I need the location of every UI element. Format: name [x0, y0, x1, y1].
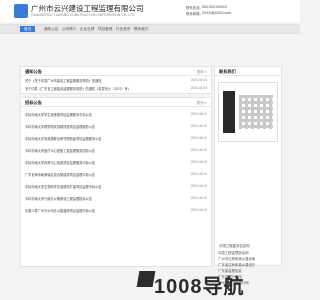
email-label: 联系邮箱： — [186, 12, 203, 16]
news-row-date: 2024-08-10 — [190, 148, 207, 152]
watermark-text: 1008导航 — [154, 276, 245, 298]
news-row[interactable]: 广东省海事局管辖区综合楼建设项目监理中标公告 2024-08-04 — [25, 172, 207, 178]
side-panel-header: 联系我们 — [215, 67, 281, 76]
site-header: 广州市云兴建设工程监理有限公司 GUANGZHOU YUNXING CONSTR… — [0, 0, 300, 22]
news-row-title[interactable]: 中标华南大学体育中心改造项目监理服务中标公告 — [25, 160, 175, 165]
news-panel-header: 招标公告 更多>> — [21, 98, 211, 107]
news-row-title[interactable]: 中标华南大学医疗中心配套工程监理服务招标公告 — [25, 148, 175, 153]
hotline-value: 020-XXXXXXXX — [202, 5, 227, 9]
notice-more-link[interactable]: 更多>> — [197, 69, 207, 74]
email-value: XXXX@XXXX.com — [202, 11, 231, 15]
notice-row[interactable]: 关于印发《广东省工程建设监理服务规范》的通知（粤发改价〔2022〕号） 2024… — [25, 86, 207, 92]
news-row-date: 2024-08-05 — [190, 160, 207, 164]
nav-item-contact[interactable]: 联系我们 — [134, 26, 148, 32]
notice-panel-title: 通知公告 — [25, 68, 42, 74]
news-row-date: 2024-08-10 — [190, 136, 207, 140]
side-panel-title: 联系我们 — [219, 68, 236, 74]
news-row-title[interactable]: 中标华南大学生物科学实验楼改扩建项目监理中标公告 — [25, 184, 175, 189]
news-row-title[interactable]: 广东省海事局管辖区综合楼建设项目监理中标公告 — [25, 172, 175, 177]
news-row-title[interactable]: 中标华南大学行政办公楼修缮工程监理招标公告 — [25, 196, 175, 201]
news-row-date: 2024-08-04 — [190, 172, 207, 176]
news-row[interactable]: 中标华南大学行政办公楼修缮工程监理招标公告 2024-06-05 — [25, 196, 207, 202]
news-row[interactable]: 中标华南大学体育中心改造项目监理服务中标公告 2024-08-05 — [25, 160, 207, 166]
news-row-date: 2024-06-05 — [190, 184, 207, 188]
news-row[interactable]: 中国人寿广州分公司办公楼装修项目监理中标公告 2024-06-05 — [25, 208, 207, 214]
watermark-logo-icon — [136, 271, 156, 287]
news-row-date: 2024-08-20 — [190, 112, 207, 116]
news-row-date: 2024-06-05 — [190, 196, 207, 200]
notice-row-title[interactable]: 关于印发《广东省工程建设监理服务规范》的通知（粤发改价〔2022〕号） — [25, 86, 175, 91]
hotline-label: 联系热线： — [186, 6, 203, 10]
nav-item-news[interactable]: 行业资讯 — [116, 26, 130, 32]
main-nav: 首页 通知公告 公司简介 企业业绩 项目管理 行业资讯 联系我们 — [0, 24, 300, 34]
news-row-title[interactable]: 中标华南大学理学院实验楼改造项目监理服务公告 — [25, 124, 175, 129]
news-panel-title: 招标公告 — [25, 99, 42, 105]
qr-grid — [239, 95, 273, 129]
qr-bar — [223, 91, 235, 133]
news-row-date: 2024-08-10 — [190, 124, 207, 128]
news-row[interactable]: 中标华南大学学生宿舍楼项目监理服务中标公告 2024-08-20 — [25, 112, 207, 118]
news-row-title[interactable]: 中国人寿广州分公司办公楼装修项目监理中标公告 — [25, 208, 175, 213]
news-row-date: 2024-06-05 — [190, 208, 207, 212]
notice-panel-header: 通知公告 更多>> — [21, 67, 211, 76]
side-link[interactable]: 中国工程建设信息网 — [219, 243, 250, 248]
notice-row-date: 2024-04-04 — [190, 78, 207, 82]
news-panel: 招标公告 更多>> 中标华南大学学生宿舍楼项目监理服务中标公告 2024-08-2… — [20, 97, 212, 267]
news-row-title[interactable]: 中标华南大学粤港澳联合研究院新建项目监理服务公告 — [25, 136, 175, 141]
news-row[interactable]: 中标华南大学粤港澳联合研究院新建项目监理服务公告 2024-08-10 — [25, 136, 207, 142]
notice-panel: 通知公告 更多>> 关于《关于印发广州市建设工程监理服务规范》的通知 2024-… — [20, 66, 212, 94]
news-row[interactable]: 中标华南大学生物科学实验楼改扩建项目监理中标公告 2024-06-05 — [25, 184, 207, 190]
nav-item-about[interactable]: 公司简介 — [62, 26, 76, 32]
news-row-title[interactable]: 中标华南大学学生宿舍楼项目监理服务中标公告 — [25, 112, 175, 117]
nav-item-achievements[interactable]: 企业业绩 — [80, 26, 94, 32]
side-link[interactable]: 广东省住房和城乡建设厅 — [218, 262, 255, 267]
nav-item-home[interactable]: 首页 — [20, 26, 36, 32]
news-more-link[interactable]: 更多>> — [197, 100, 207, 105]
side-link[interactable]: 中国工程监理协会网 — [218, 250, 249, 255]
notice-row-title[interactable]: 关于《关于印发广州市建设工程监理服务规范》的通知 — [25, 78, 175, 83]
company-logo-icon[interactable] — [14, 4, 28, 18]
notice-row[interactable]: 关于《关于印发广州市建设工程监理服务规范》的通知 2024-04-04 — [25, 78, 207, 84]
nav-item-projects[interactable]: 项目管理 — [98, 26, 112, 32]
notice-row-date: 2024-04-04 — [190, 86, 207, 90]
site-subtitle: GUANGZHOU YUNXING CONSTRUCTION SUPERVISI… — [31, 13, 135, 17]
news-row[interactable]: 中标华南大学理学院实验楼改造项目监理服务公告 2024-08-10 — [25, 124, 207, 130]
qr-code-image — [218, 82, 278, 142]
news-row[interactable]: 中标华南大学医疗中心配套工程监理服务招标公告 2024-08-10 — [25, 148, 207, 154]
nav-item-notices[interactable]: 通知公告 — [44, 26, 58, 32]
side-link[interactable]: 广州市住房和城乡建设局 — [218, 256, 255, 261]
